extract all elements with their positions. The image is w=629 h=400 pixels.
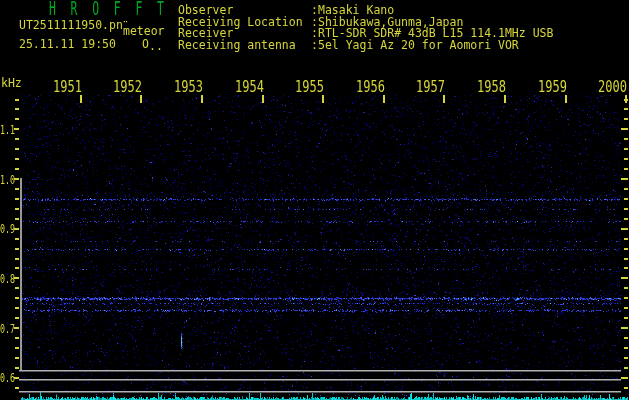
freq-label-0.9: 0.9 (0, 222, 15, 235)
time-label-2000: 2000 (597, 79, 627, 95)
time-label-1957: 1957 (415, 79, 445, 95)
counter-dots: .. (149, 41, 163, 53)
freq-label-1.1: 1.1 (0, 123, 15, 136)
freq-unit-label: kHz (1, 78, 22, 90)
hrofft-screen: HROFFT UT2511111950.pn ¨ meteor 25.11.11… (0, 0, 629, 400)
freq-label-1.0: 1.0 (0, 173, 15, 186)
freq-label-0.7: 0.7 (0, 322, 15, 335)
counter-label: O (142, 39, 149, 51)
time-label-1956: 1956 (355, 79, 385, 95)
field-value-3: 5el Yagi Az 20 for Aomori VOR (318, 40, 519, 52)
time-label-1959: 1959 (537, 79, 567, 95)
freq-label-0.6: 0.6 (0, 371, 15, 384)
time-label-1952: 1952 (112, 79, 142, 95)
field-label-3: Receiving antenna (178, 40, 296, 52)
time-label-1955: 1955 (294, 79, 324, 95)
field-colon-3: : (311, 40, 318, 52)
file-overlay-meteor: meteor (123, 26, 165, 38)
time-label-1954: 1954 (234, 79, 264, 95)
time-label-1958: 1958 (476, 79, 506, 95)
time-label-1951: 1951 (52, 79, 82, 95)
datetime-label: 25.11.11 19:50 (19, 39, 116, 51)
app-title: HROFFT (49, 0, 179, 18)
freq-label-0.8: 0.8 (0, 272, 15, 285)
time-label-1953: 1953 (173, 79, 203, 95)
file-label: UT2511111950.pn (19, 20, 123, 32)
spectrogram-canvas (0, 0, 629, 400)
